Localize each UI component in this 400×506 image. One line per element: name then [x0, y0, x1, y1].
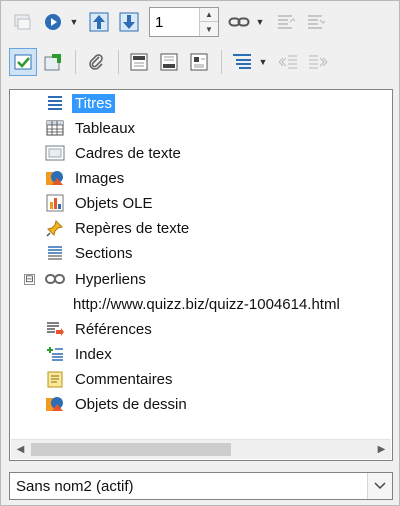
- toolbar-separator: [118, 50, 119, 74]
- tree-item-label: Objets de dessin: [75, 395, 187, 413]
- tree-item-references[interactable]: Références: [44, 317, 155, 341]
- tree-item-headings[interactable]: Titres: [44, 91, 115, 115]
- tree-item-hyperlink-url[interactable]: http://www.quizz.biz/quizz-1004614.html: [70, 292, 343, 316]
- tree-item-text-frames[interactable]: Cadres de texte: [44, 141, 184, 165]
- chevron-down-icon[interactable]: [367, 473, 392, 499]
- promote-level-button[interactable]: [274, 48, 302, 76]
- tree-item-label: Titres: [72, 93, 115, 113]
- tree-item-label: Objets OLE: [75, 194, 153, 212]
- tree-item-bookmarks[interactable]: Repères de texte: [44, 216, 192, 240]
- drag-mode-dropdown-arrow[interactable]: ▼: [255, 8, 265, 36]
- content-view-button[interactable]: [9, 48, 37, 76]
- spin-up-icon[interactable]: ▲: [200, 8, 218, 22]
- tree-item-label: Cadres de texte: [75, 144, 181, 162]
- previous-icon: [89, 12, 109, 32]
- text-frame-icon: [44, 142, 66, 164]
- tree-item-label: Références: [75, 320, 152, 338]
- demote-level-icon: [309, 55, 328, 69]
- toolbar-separator: [221, 50, 222, 74]
- sections-icon: [44, 242, 66, 264]
- toolbar-separator: [75, 50, 76, 74]
- table-icon: [44, 117, 66, 139]
- tree-item-tables[interactable]: Tableaux: [44, 116, 138, 140]
- paperclip-icon: [89, 54, 103, 70]
- demote-chapter-button[interactable]: [301, 8, 329, 36]
- content-view-icon: [14, 54, 32, 70]
- demote-level-button[interactable]: [304, 48, 332, 76]
- header-icon: [130, 53, 148, 71]
- tree-item-comments[interactable]: Commentaires: [44, 367, 176, 391]
- collapse-icon[interactable]: ⊟: [24, 274, 35, 285]
- drawing-object-icon: [44, 393, 66, 415]
- tree-item-images[interactable]: Images: [44, 166, 127, 190]
- next-button[interactable]: [115, 8, 143, 36]
- document-select[interactable]: Sans nom2 (actif): [9, 472, 393, 500]
- footer-icon: [160, 53, 178, 71]
- drag-mode-button[interactable]: [225, 8, 253, 36]
- spin-down-icon[interactable]: ▼: [200, 22, 218, 36]
- tree-item-label: http://www.quizz.biz/quizz-1004614.html: [73, 295, 340, 313]
- heading-levels-dropdown-arrow[interactable]: ▼: [258, 48, 268, 76]
- tree-item-label: Sections: [75, 244, 133, 262]
- promote-chapter-icon: [278, 15, 295, 29]
- set-reminder-button[interactable]: [39, 48, 67, 76]
- bookmark-icon: [44, 217, 66, 239]
- heading-levels-icon: [233, 54, 251, 69]
- navigation-dropdown-arrow[interactable]: ▼: [69, 8, 79, 36]
- drag-mode-icon: [228, 17, 250, 27]
- navigator-tree[interactable]: Titres Tableaux Cadres de texte Images O: [9, 89, 393, 461]
- index-icon: [44, 343, 66, 365]
- tree-item-label: Hyperliens: [75, 270, 146, 288]
- tree-item-sections[interactable]: Sections: [44, 241, 136, 265]
- set-reminder-icon: [44, 54, 61, 71]
- tree-item-ole-objects[interactable]: Objets OLE: [44, 191, 156, 215]
- tree-item-index[interactable]: Index: [44, 342, 115, 366]
- footer-button[interactable]: [155, 48, 183, 76]
- scroll-left-icon[interactable]: ◀: [11, 440, 30, 459]
- scrollbar-thumb[interactable]: [31, 443, 231, 456]
- horizontal-scrollbar[interactable]: ◀ ▶: [11, 439, 391, 459]
- headings-icon: [44, 92, 66, 114]
- promote-level-icon: [278, 55, 297, 69]
- tree-item-label: Tableaux: [75, 119, 136, 137]
- heading-levels-button[interactable]: [228, 48, 256, 76]
- toggle-button[interactable]: [9, 8, 37, 36]
- toggle-icon: [14, 14, 31, 30]
- tree-item-label: Index: [75, 345, 112, 363]
- tree-item-label: Repères de texte: [75, 219, 190, 237]
- comment-icon: [44, 368, 66, 390]
- page-number-input[interactable]: [150, 8, 201, 36]
- tree-item-label: Commentaires: [75, 370, 173, 388]
- navigator-toolbar-top: ▼ ▲ ▼ ▼: [9, 5, 391, 39]
- header-button[interactable]: [125, 48, 153, 76]
- previous-button[interactable]: [85, 8, 113, 36]
- ole-object-icon: [44, 192, 66, 214]
- tree-item-drawing-objects[interactable]: Objets de dessin: [44, 392, 190, 416]
- demote-chapter-icon: [308, 15, 325, 29]
- document-select-value: Sans nom2 (actif): [16, 477, 134, 495]
- next-icon: [119, 12, 139, 32]
- anchor-button[interactable]: [185, 48, 213, 76]
- promote-chapter-button[interactable]: [271, 8, 299, 36]
- tree-item-hyperlinks[interactable]: Hyperliens: [44, 267, 149, 291]
- image-icon: [44, 167, 66, 189]
- navigation-button[interactable]: [39, 8, 67, 36]
- page-number-spinbox[interactable]: ▲ ▼: [149, 7, 219, 37]
- scroll-right-icon[interactable]: ▶: [372, 440, 391, 459]
- attach-button[interactable]: [82, 48, 110, 76]
- references-icon: [44, 318, 66, 340]
- navigator-panel: ▼ ▲ ▼ ▼: [0, 0, 400, 506]
- navigation-icon: [45, 14, 61, 30]
- navigator-toolbar-bottom: ▼: [9, 45, 391, 79]
- anchor-icon: [190, 53, 208, 71]
- tree-item-label: Images: [75, 169, 125, 187]
- hyperlink-icon: [44, 268, 66, 290]
